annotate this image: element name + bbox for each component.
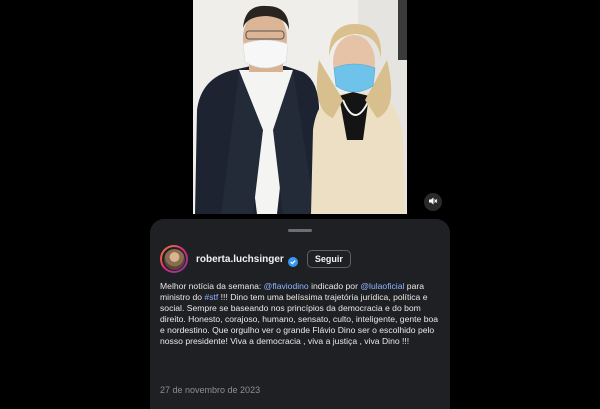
mention-link[interactable]: @flaviodino xyxy=(264,281,309,291)
verified-badge-icon xyxy=(287,254,298,267)
post-details-panel: roberta.luchsinger Seguir Melhor notícia… xyxy=(150,219,450,409)
post-header: roberta.luchsinger Seguir xyxy=(160,243,440,275)
speaker-muted-icon xyxy=(428,193,438,211)
avatar-image xyxy=(163,248,185,270)
caption-text: Melhor notícia da semana: xyxy=(160,281,264,291)
post-photo xyxy=(193,0,407,214)
avatar[interactable] xyxy=(160,245,188,273)
hashtag-link[interactable]: #stf xyxy=(204,292,218,302)
avatar-ring xyxy=(162,247,186,271)
follow-button[interactable]: Seguir xyxy=(306,250,351,268)
username[interactable]: roberta.luchsinger xyxy=(196,254,284,265)
mention-link[interactable]: @lulaoficial xyxy=(360,281,404,291)
caption-text: indicado por xyxy=(308,281,361,291)
drag-handle[interactable] xyxy=(288,229,312,232)
mute-button[interactable] xyxy=(424,193,442,211)
post-date: 27 de novembro de 2023 xyxy=(160,385,261,395)
post-caption: Melhor notícia da semana: @flaviodino in… xyxy=(160,281,440,347)
